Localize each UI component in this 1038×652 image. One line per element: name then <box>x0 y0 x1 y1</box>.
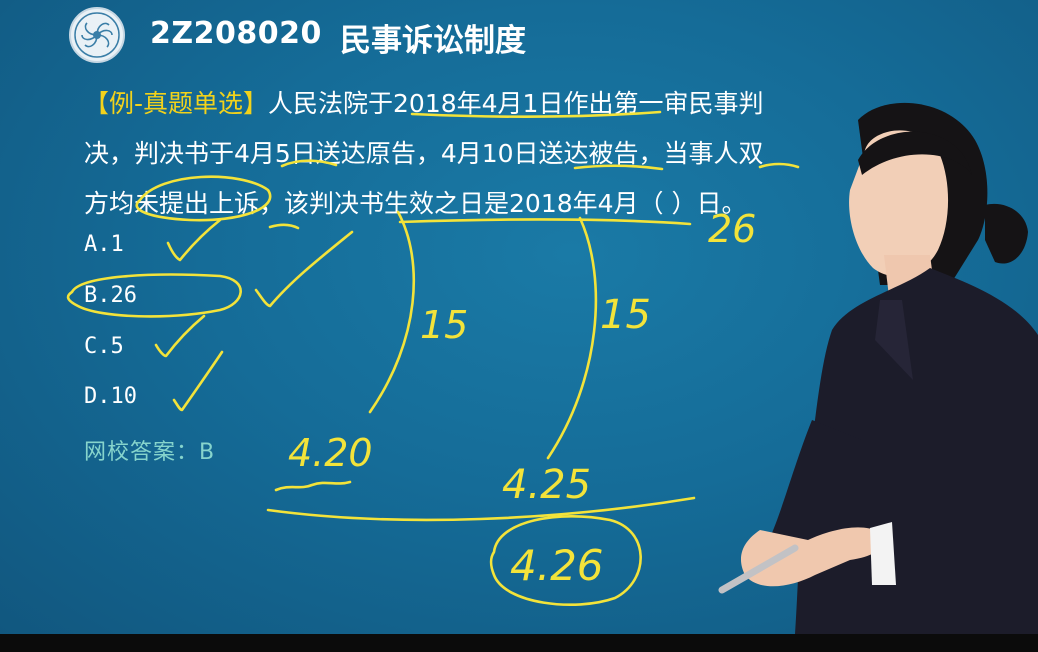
tick-option-d <box>172 350 224 412</box>
underline-plaintiff <box>280 159 338 168</box>
tick-option-c <box>154 314 206 358</box>
period-label-right: 15 <box>600 292 651 338</box>
video-bottom-bar <box>0 634 1038 652</box>
tick-option-b <box>254 230 354 308</box>
underline-4-20 <box>274 480 352 492</box>
date-4-25: 4.25 <box>502 462 591 508</box>
bracket-right <box>546 216 598 460</box>
blank-answer: 26 <box>708 207 756 251</box>
underline-effective <box>398 218 692 226</box>
date-4-20: 4.20 <box>288 431 373 475</box>
timeline-line <box>266 496 696 522</box>
tick-option-a <box>166 218 222 262</box>
underline-defendant <box>573 164 664 171</box>
period-label-left: 15 <box>420 303 468 347</box>
handwritten-annotations: 26 15 15 4.20 4.25 4.26 <box>66 110 800 607</box>
circle-no-appeal <box>135 175 272 222</box>
underline-party <box>758 162 800 169</box>
bracket-left <box>368 210 416 414</box>
video-frame: 2Z208020 民事诉讼制度 【例-真题单选】人民法院于2018年4月1日作出… <box>0 0 1038 634</box>
date-4-26: 4.26 <box>510 541 604 590</box>
circle-option-b <box>66 273 242 318</box>
underline-date <box>410 110 662 119</box>
underline-no-appeal <box>268 223 300 230</box>
